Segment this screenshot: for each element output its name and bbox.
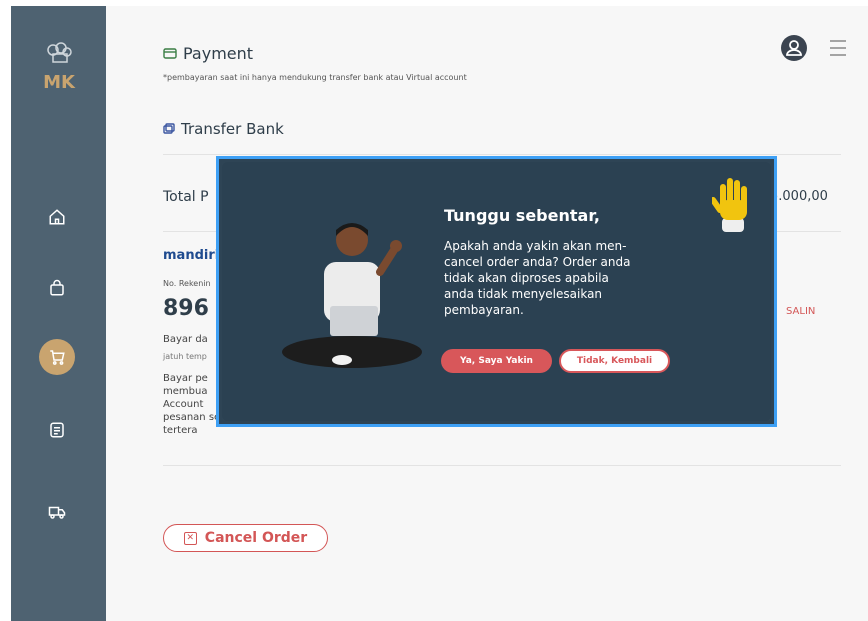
sidebar-item-delivery[interactable] — [39, 494, 75, 530]
cancel-confirm-modal: Tunggu sebentar, Apakah anda yakin akan … — [216, 156, 777, 427]
modal-message-line: anda tidak menyelesaikan — [444, 287, 603, 301]
modal-message-line: cancel order anda? Order anda — [444, 255, 631, 269]
logo: MK — [29, 40, 89, 96]
sidebar-item-home[interactable] — [39, 199, 75, 235]
account-label: No. Rekenin — [163, 279, 211, 288]
truck-icon — [48, 506, 66, 519]
credit-card-icon — [163, 48, 177, 59]
bank-logo: mandiri — [163, 248, 220, 263]
close-box-icon: ✕ — [183, 531, 197, 545]
cart-icon — [50, 350, 65, 365]
bank-card-icon — [163, 123, 175, 134]
modal-body: Tunggu sebentar, Apakah anda yakin akan … — [222, 162, 771, 421]
copy-button[interactable]: SALIN — [786, 306, 815, 317]
user-avatar[interactable] — [781, 35, 807, 61]
raised-hand-icon — [712, 178, 747, 232]
total-value: 5.000,00 — [770, 189, 828, 204]
hamburger-menu-icon[interactable] — [828, 38, 848, 58]
payment-note: *pembayaran saat ini hanya mendukung tra… — [163, 73, 467, 82]
app-frame: MK Payment *pembayaran saat ini hanya me… — [11, 6, 868, 621]
sidebar-item-shop[interactable] — [39, 270, 75, 306]
cancel-order-label: Cancel Order — [204, 530, 308, 546]
logo-text: MK — [43, 72, 76, 93]
modal-message-line: Apakah anda yakin akan men- — [444, 239, 627, 253]
sidebar-item-cart[interactable] — [39, 339, 75, 375]
divider — [163, 465, 841, 466]
modal-message: Apakah anda yakin akan men- cancel order… — [444, 238, 674, 318]
back-button[interactable]: Tidak, Kembali — [559, 349, 670, 373]
user-icon — [786, 40, 802, 56]
document-icon — [50, 422, 64, 438]
total-label: Total P — [163, 189, 209, 205]
page-title: Payment — [163, 44, 253, 63]
modal-message-line: pembayaran. — [444, 303, 524, 317]
sidebar-item-orders[interactable] — [39, 412, 75, 448]
account-number: 896 — [163, 296, 209, 321]
confirm-cancel-button[interactable]: Ya, Saya Yakin — [441, 349, 552, 373]
chef-hat-icon — [47, 42, 72, 63]
modal-message-line: tidak akan diproses apabila — [444, 271, 609, 285]
due-text: jatuh temp — [163, 352, 207, 361]
sidebar: MK — [11, 6, 106, 621]
section-title-transfer: Transfer Bank — [163, 120, 284, 138]
transfer-title-text: Transfer Bank — [181, 120, 284, 138]
cancel-order-button[interactable]: ✕ Cancel Order — [163, 524, 328, 552]
person-laptop-illustration — [282, 223, 422, 368]
payment-title-text: Payment — [183, 44, 254, 63]
modal-title: Tunggu sebentar, — [444, 206, 600, 225]
shopping-bag-icon — [50, 279, 64, 296]
home-icon — [49, 209, 65, 225]
pay-text: Bayar da — [163, 334, 208, 345]
divider — [163, 154, 841, 155]
